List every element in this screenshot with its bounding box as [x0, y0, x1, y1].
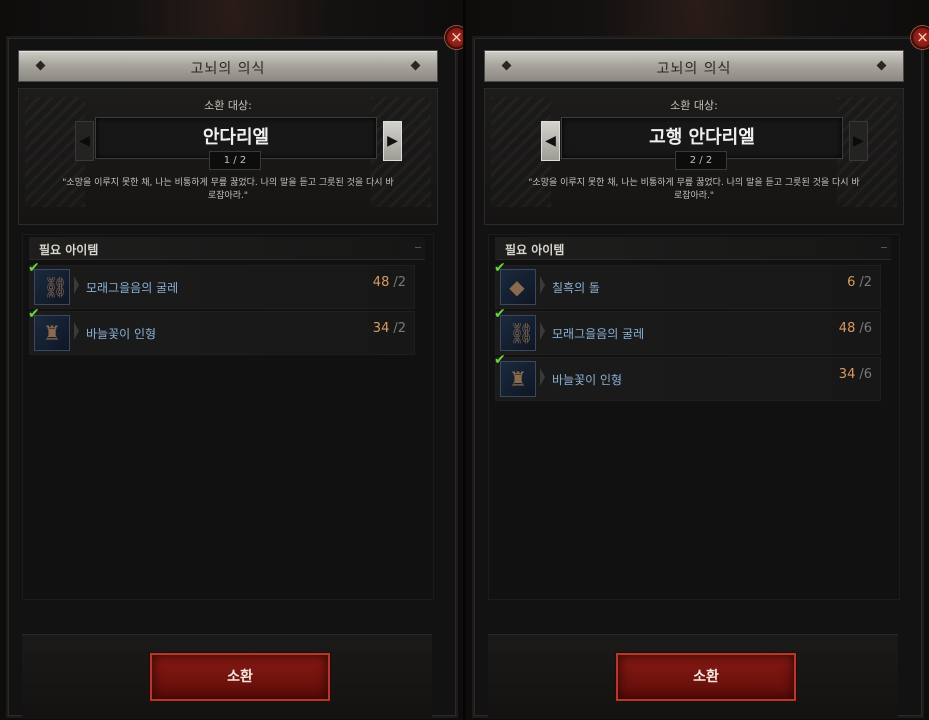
item-name: 모래그을음의 굴레: [86, 281, 179, 295]
item-count: 6/2: [847, 275, 872, 290]
required-item-row[interactable]: ♜ ✔ 바늘꽃이 인형 34/6: [494, 352, 881, 401]
required-item-row[interactable]: ⛓ ✔ 모래그을음의 굴레 48/6: [494, 306, 881, 355]
item-count: 34/6: [838, 367, 872, 382]
summon-target-label: 소환 대상:: [670, 99, 718, 112]
panel-title: 고뇌의 의식: [656, 61, 732, 77]
next-target-button[interactable]: ▶: [383, 121, 402, 161]
target-name: 고행 안다리엘: [649, 127, 755, 148]
title-bar: 고뇌의 의식: [18, 50, 438, 82]
ritual-panel-2: 고뇌의 의식 × 소환 대상: ◀ 고행 안다리엘 ▶ 2 / 2 "소망을 이…: [466, 0, 929, 720]
boss-quote: "소망을 이루지 못한 채, 나는 비통하게 무릎 꿇었다. 나의 말을 듣고 …: [528, 178, 860, 201]
next-target-button[interactable]: ▶: [849, 121, 868, 161]
summon-target-label: 소환 대상:: [204, 99, 252, 112]
item-name: 바늘꽃이 인형: [552, 373, 623, 387]
ritual-panel-1: 고뇌의 의식 × 소환 대상: ◀ 안다리엘 ▶ 1 / 2 "소망을 이루지 …: [0, 0, 464, 720]
separator-arrow-icon: [540, 276, 545, 294]
summon-button[interactable]: 소환: [616, 653, 796, 701]
page-indicator: 2 / 2: [675, 151, 727, 170]
required-items-header: 필요 아이템: [495, 237, 891, 260]
close-button[interactable]: ×: [911, 26, 929, 49]
check-icon: ✔: [494, 260, 506, 276]
bottom-bar: 소환: [488, 634, 898, 719]
required-item-row[interactable]: ◆ ✔ 칠흑의 돌 6/2: [494, 260, 881, 309]
check-icon: ✔: [494, 306, 506, 322]
title-bar: 고뇌의 의식: [484, 50, 904, 82]
check-icon: ✔: [28, 306, 40, 322]
panel-title: 고뇌의 의식: [190, 61, 266, 77]
item-count: 34/2: [372, 321, 406, 336]
bottom-bar: 소환: [22, 634, 432, 719]
separator-arrow-icon: [74, 322, 79, 340]
check-icon: ✔: [28, 260, 40, 276]
prev-target-button[interactable]: ◀: [75, 121, 94, 161]
required-items-section: 필요 아이템 ⛓ ✔ 모래그을음의 굴레 48/2 ♜ ✔ 바늘꽃이 인형 34…: [22, 234, 434, 600]
header-dash: [881, 247, 887, 248]
summon-button[interactable]: 소환: [150, 653, 330, 701]
prev-target-button[interactable]: ◀: [541, 121, 560, 161]
required-items-label: 필요 아이템: [39, 243, 99, 257]
required-items-label: 필요 아이템: [505, 243, 565, 257]
required-items-header: 필요 아이템: [29, 237, 425, 260]
item-name: 모래그을음의 굴레: [552, 327, 645, 341]
item-name: 칠흑의 돌: [552, 281, 600, 295]
item-name: 바늘꽃이 인형: [86, 327, 157, 341]
item-count: 48/2: [372, 275, 406, 290]
target-name: 안다리엘: [202, 127, 270, 148]
header-dash: [415, 247, 421, 248]
boss-quote: "소망을 이루지 못한 채, 나는 비통하게 무릎 꿇었다. 나의 말을 듣고 …: [62, 178, 394, 201]
item-count: 48/6: [838, 321, 872, 336]
check-icon: ✔: [494, 352, 506, 368]
panel-frame: 고뇌의 의식 × 소환 대상: ◀ 안다리엘 ▶ 1 / 2 "소망을 이루지 …: [6, 26, 464, 719]
separator-arrow-icon: [540, 322, 545, 340]
summon-target-box: 소환 대상: ◀ 안다리엘 ▶ 1 / 2 "소망을 이루지 못한 채, 나는 …: [18, 88, 438, 225]
panel-frame: 고뇌의 의식 × 소환 대상: ◀ 고행 안다리엘 ▶ 2 / 2 "소망을 이…: [472, 26, 929, 719]
page-indicator: 1 / 2: [209, 151, 261, 170]
separator-arrow-icon: [540, 368, 545, 386]
summon-target-box: 소환 대상: ◀ 고행 안다리엘 ▶ 2 / 2 "소망을 이루지 못한 채, …: [484, 88, 904, 225]
close-button[interactable]: ×: [445, 26, 464, 49]
required-item-row[interactable]: ⛓ ✔ 모래그을음의 굴레 48/2: [28, 260, 415, 309]
separator-arrow-icon: [74, 276, 79, 294]
required-item-row[interactable]: ♜ ✔ 바늘꽃이 인형 34/2: [28, 306, 415, 355]
required-items-section: 필요 아이템 ◆ ✔ 칠흑의 돌 6/2 ⛓ ✔ 모래그을음의 굴레 48/6 …: [488, 234, 900, 600]
